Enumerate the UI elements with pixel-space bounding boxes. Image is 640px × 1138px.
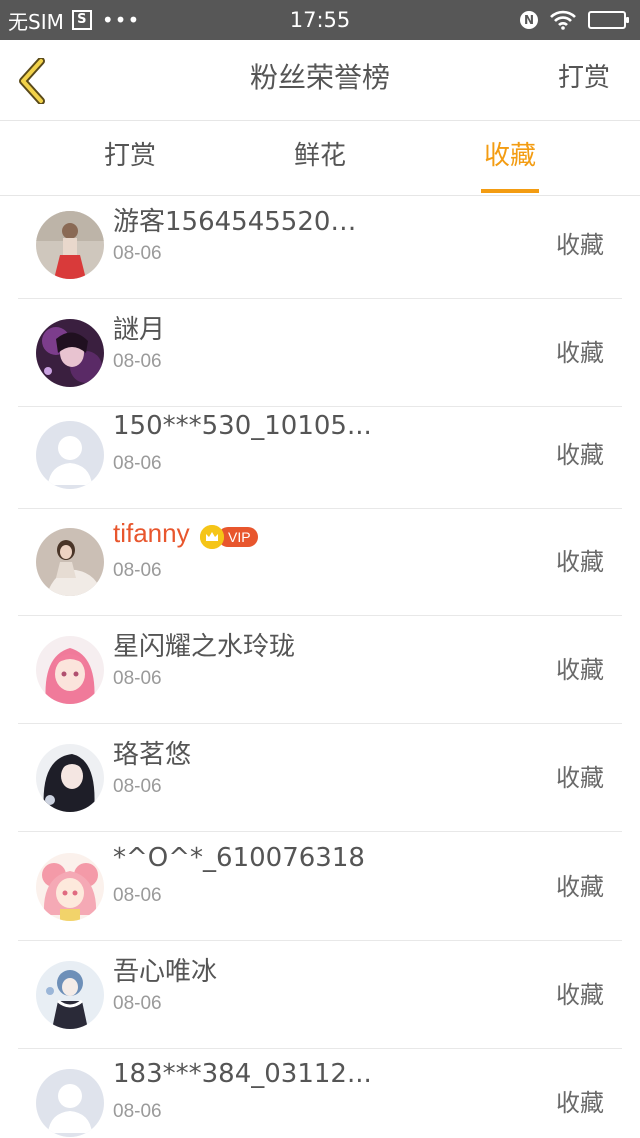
- tab-reward[interactable]: 打赏: [70, 121, 190, 195]
- crown-icon: [200, 525, 224, 549]
- favorite-label: 收藏: [556, 231, 604, 259]
- wifi-icon: [550, 10, 576, 30]
- avatar[interactable]: [36, 319, 104, 387]
- page-title: 粉丝荣誉榜: [249, 61, 390, 94]
- list-item[interactable]: 謎月 08-06 收藏: [0, 299, 640, 407]
- list-item[interactable]: 吾心唯冰 08-06 收藏: [0, 941, 640, 1049]
- list-item[interactable]: *^O^*_610076318 08-06 收藏: [0, 833, 640, 941]
- user-date: 08-06: [113, 560, 162, 581]
- favorite-label: 收藏: [556, 873, 604, 901]
- nav-bar: 粉丝荣誉榜 打赏: [0, 40, 640, 121]
- avatar[interactable]: [36, 1069, 104, 1137]
- tab-favorites[interactable]: 收藏: [450, 121, 570, 195]
- list-item[interactable]: 游客1564545520… 08-06 收藏: [0, 196, 640, 299]
- default-avatar-icon: [36, 421, 104, 489]
- avatar[interactable]: [36, 636, 104, 704]
- user-date: 08-06: [113, 993, 162, 1014]
- favorite-label: 收藏: [556, 548, 604, 576]
- avatar[interactable]: [36, 528, 104, 596]
- user-name: 183***384_03112...: [113, 1059, 372, 1089]
- status-right: N: [520, 0, 629, 40]
- user-name: tifanny: [113, 518, 190, 548]
- user-date: 08-06: [113, 885, 162, 906]
- divider: [18, 831, 622, 832]
- default-avatar-icon: [36, 1069, 104, 1137]
- user-date: 08-06: [113, 351, 162, 372]
- favorite-label: 收藏: [556, 981, 604, 1009]
- list-item[interactable]: 150***530_10105... 08-06 收藏: [0, 401, 640, 509]
- favorite-label: 收藏: [556, 1089, 604, 1117]
- user-name: 珞茗悠: [113, 740, 192, 770]
- user-name: 吾心唯冰: [113, 957, 218, 987]
- user-name: 星闪耀之水玲珑: [113, 632, 296, 662]
- fans-list[interactable]: 游客1564545520… 08-06 收藏 謎月 08-06 收藏 150**…: [0, 196, 640, 1138]
- reward-button[interactable]: 打赏: [558, 40, 610, 120]
- battery-icon: [588, 11, 629, 29]
- tab-flowers[interactable]: 鲜花: [260, 121, 380, 195]
- user-name: 150***530_10105...: [113, 411, 372, 441]
- list-item[interactable]: tifanny VIP 08-06 收藏: [0, 508, 640, 616]
- user-date: 08-06: [113, 453, 162, 474]
- list-item[interactable]: 星闪耀之水玲珑 08-06 收藏: [0, 616, 640, 724]
- favorite-label: 收藏: [556, 339, 604, 367]
- tab-bar: 打赏 鲜花 收藏: [0, 121, 640, 196]
- favorite-label: 收藏: [556, 764, 604, 792]
- list-item[interactable]: 183***384_03112... 08-06 收藏: [0, 1049, 640, 1138]
- user-name: *^O^*_610076318: [113, 843, 365, 873]
- active-tab-indicator: [481, 189, 539, 193]
- vip-badge-group: VIP: [200, 525, 258, 549]
- avatar[interactable]: [36, 744, 104, 812]
- user-name: 游客1564545520…: [113, 207, 357, 237]
- avatar[interactable]: [36, 853, 104, 921]
- favorite-label: 收藏: [556, 441, 604, 469]
- avatar[interactable]: [36, 211, 104, 279]
- user-date: 08-06: [113, 243, 162, 264]
- favorite-label: 收藏: [556, 656, 604, 684]
- avatar[interactable]: [36, 961, 104, 1029]
- list-item[interactable]: 珞茗悠 08-06 收藏: [0, 724, 640, 832]
- avatar[interactable]: [36, 421, 104, 489]
- user-date: 08-06: [113, 668, 162, 689]
- nfc-icon: N: [520, 11, 538, 29]
- user-name: 謎月: [113, 315, 166, 345]
- status-bar: 无SIM S ••• 17:55 N: [0, 0, 640, 40]
- user-date: 08-06: [113, 776, 162, 797]
- user-date: 08-06: [113, 1101, 162, 1122]
